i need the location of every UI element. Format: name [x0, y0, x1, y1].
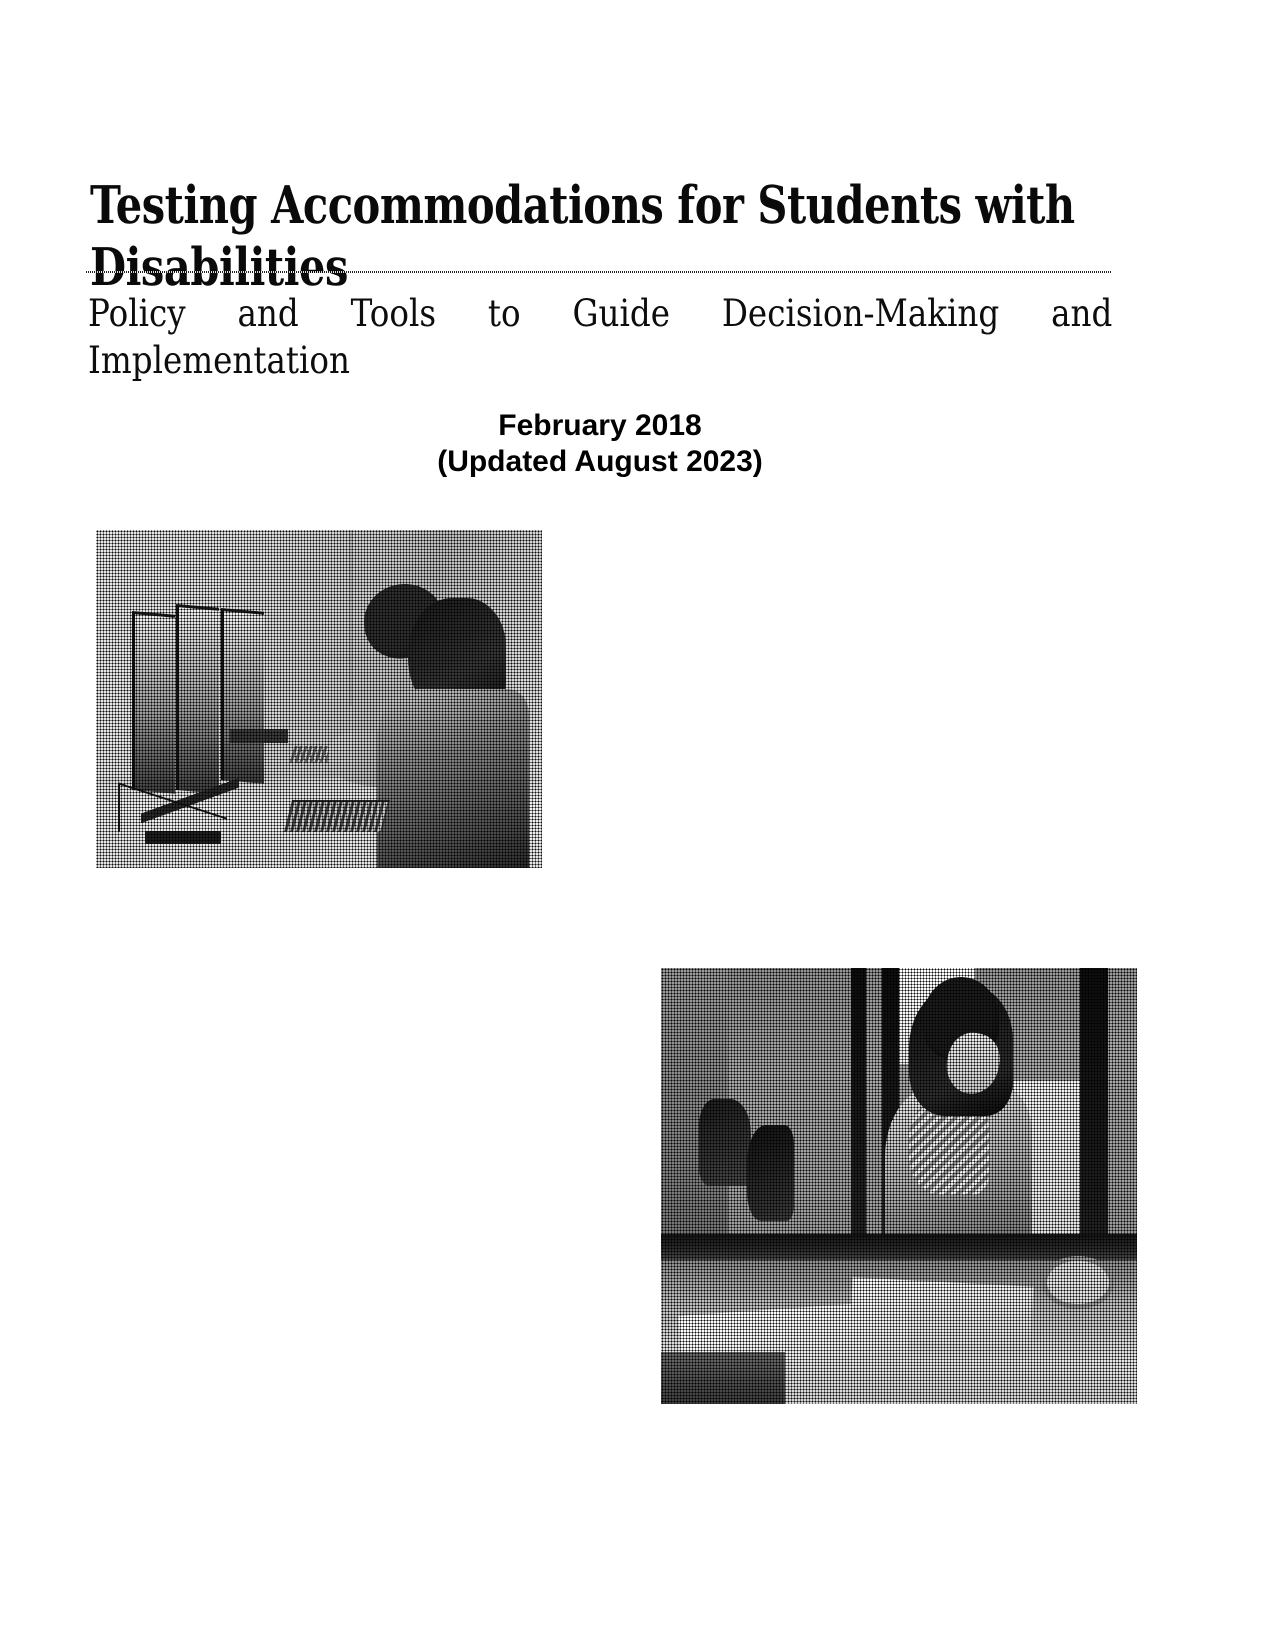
- wall-seam: [350, 530, 353, 706]
- page-title: Testing Accommodations for Students with…: [90, 174, 1075, 298]
- desk-papers: [229, 729, 288, 743]
- monitor-2: [176, 604, 220, 794]
- document-cover-page: Testing Accommodations for Students with…: [0, 0, 1275, 1650]
- desk-object-2: [746, 1124, 795, 1221]
- title-divider-rule: [86, 271, 1112, 273]
- student-torso: [376, 688, 529, 868]
- publication-date-primary: February 2018: [498, 409, 702, 442]
- monitor-1: [131, 611, 175, 794]
- photo-scene: [661, 968, 1137, 1404]
- keyboard-lower: [283, 800, 390, 833]
- tape-dispenser: [1041, 1255, 1114, 1310]
- photo-student-at-computer-workstation: [96, 530, 542, 868]
- desk-object-1: [699, 1098, 752, 1186]
- photo-student-writing-at-desk: [661, 968, 1137, 1404]
- monitor-base: [145, 830, 221, 845]
- desk-shadow-box: [661, 1351, 785, 1404]
- publication-date-updated: (Updated August 2023): [437, 445, 763, 478]
- photo-scene: [96, 530, 542, 868]
- desk-edge: [661, 1233, 1137, 1261]
- monitor-3: [220, 607, 264, 784]
- publication-date-block: February 2018 (Updated August 2023): [325, 408, 875, 480]
